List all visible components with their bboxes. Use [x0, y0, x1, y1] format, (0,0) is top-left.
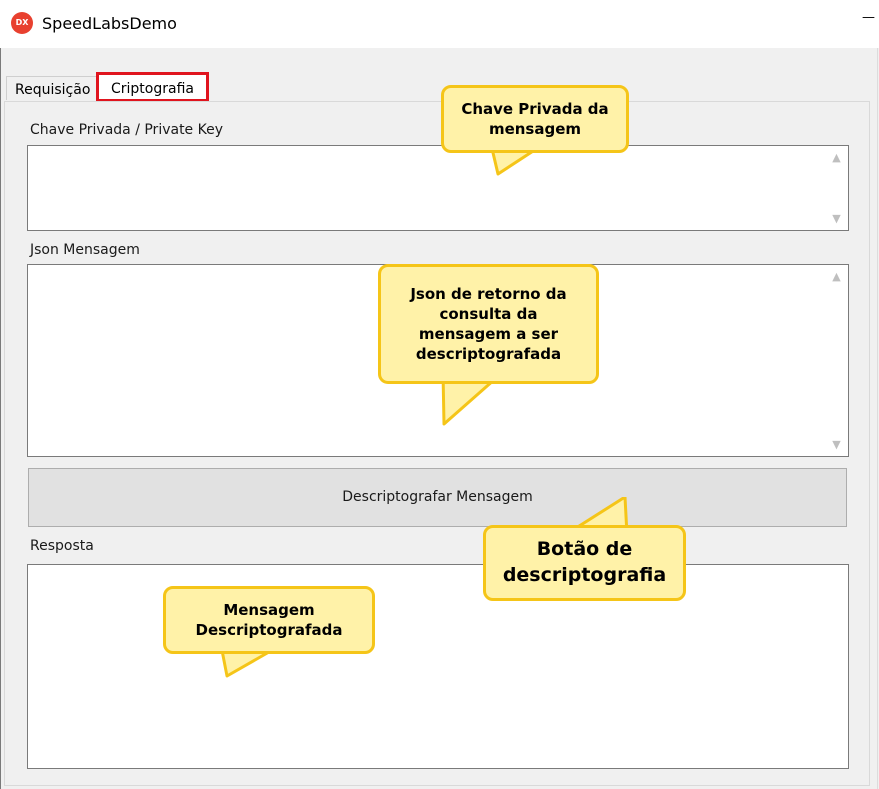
private-key-label: Chave Privada / Private Key: [30, 122, 224, 138]
app-icon: DX: [11, 12, 33, 34]
scroll-down-icon[interactable]: ▼: [826, 212, 847, 225]
json-message-scrollbar[interactable]: ▲ ▼: [826, 266, 847, 455]
private-key-scrollbar[interactable]: ▲ ▼: [826, 147, 847, 229]
tab-strip: Requisição Criptografia: [2, 72, 872, 102]
window-left-edge: [0, 0, 1, 789]
callout-json: Json de retorno da consulta da mensagem …: [378, 264, 599, 384]
callout-button-line2: descriptografia: [502, 564, 667, 586]
callout-json-line1: Json de retorno da: [410, 284, 567, 303]
private-key-memo[interactable]: ▲ ▼: [27, 145, 849, 231]
callout-private-key: Chave Privada da mensagem: [441, 85, 629, 153]
callout-json-line2: consulta da: [439, 304, 538, 323]
callout-json-line4: descriptografada: [415, 345, 562, 364]
scroll-up-icon[interactable]: ▲: [826, 151, 847, 164]
window-right-edge: [877, 48, 878, 789]
tab-requisicao[interactable]: Requisição: [6, 76, 100, 100]
callout-response-line2: Descriptografada: [195, 621, 343, 639]
callout-private-key-line2: mensagem: [488, 120, 582, 138]
minimize-button[interactable]: —: [862, 10, 875, 25]
response-label: Resposta: [30, 538, 94, 554]
callout-json-line3: mensagem a ser: [418, 325, 559, 343]
title-bar: DX SpeedLabsDemo —: [0, 0, 879, 48]
window-title: SpeedLabsDemo: [42, 14, 177, 33]
tab-criptografia[interactable]: Criptografia: [96, 72, 209, 102]
scroll-down-icon[interactable]: ▼: [826, 438, 847, 451]
callout-response-line1: Mensagem: [223, 600, 315, 619]
decrypt-message-button[interactable]: Descriptografar Mensagem: [28, 468, 847, 527]
callout-response: Mensagem Descriptografada: [163, 586, 375, 654]
callout-private-key-line1: Chave Privada da: [461, 99, 609, 118]
json-message-label: Json Mensagem: [30, 242, 140, 258]
callout-button-line1: Botão de: [536, 538, 633, 561]
callout-button: Botão de descriptografia: [483, 525, 686, 601]
response-memo[interactable]: [27, 564, 849, 769]
scroll-up-icon[interactable]: ▲: [826, 270, 847, 283]
